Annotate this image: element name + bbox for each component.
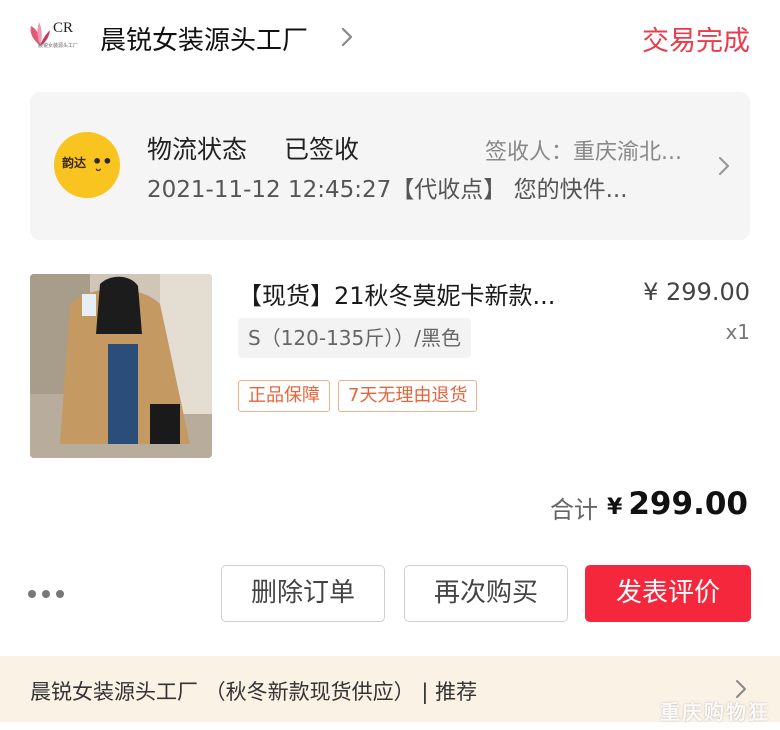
more-dots-icon[interactable] [28, 590, 68, 600]
product-quantity: x1 [725, 320, 750, 344]
delete-order-button[interactable]: 删除订单 [221, 565, 385, 622]
product-tags: 正品保障 7天无理由退货 [238, 380, 485, 412]
write-review-button[interactable]: 发表评价 [585, 565, 751, 622]
total-number: 299.00 [628, 486, 748, 522]
recommend-text: 晨锐女装源头工厂 （秋冬新款现货供应） | 推荐 [30, 680, 478, 704]
total-label: 合计 [550, 496, 598, 524]
shop-logo-subtext: 晨锐女装源头工厂 [38, 43, 79, 49]
courier-brand: 韵达 [62, 156, 87, 170]
logistics-card[interactable]: 韵达 •̮• 物流状态 已签收 签收人：重庆渝北... 2021-11-12 1… [30, 92, 750, 240]
logistics-receiver: 签收人：重庆渝北... [485, 140, 682, 165]
product-price: ¥ 299.00 [643, 278, 750, 306]
shop-logo[interactable]: CR 晨锐女装源头工厂 [28, 18, 82, 52]
product-title[interactable]: 【现货】21秋冬莫妮卡新款... [238, 276, 608, 311]
order-header: CR 晨锐女装源头工厂 晨锐女装源头工厂 交易完成 [0, 0, 780, 80]
total-amount: ¥299.00 [607, 486, 748, 522]
tag-authentic: 正品保障 [238, 380, 330, 412]
shop-logo-text: CR [53, 20, 74, 36]
product-sku: S（120-135斤））/黑色 [238, 318, 471, 358]
smile-icon: •̮• [92, 152, 113, 171]
chevron-right-icon[interactable] [716, 154, 732, 178]
total-currency: ¥ [607, 495, 623, 520]
rebuy-button[interactable]: 再次购买 [404, 565, 568, 622]
logistics-status-value: 已签收 [284, 135, 360, 164]
watermark: 重庆购物狂 [660, 700, 770, 724]
logistics-status-label: 物流状态 [147, 135, 248, 164]
shop-name[interactable]: 晨锐女装源头工厂 [100, 20, 308, 57]
order-status: 交易完成 [642, 26, 750, 57]
chevron-right-icon[interactable] [338, 24, 356, 50]
product-image[interactable] [30, 274, 212, 458]
tag-return-policy: 7天无理由退货 [338, 380, 478, 412]
product-photo [30, 274, 212, 458]
logistics-detail: 2021-11-12 12:45:27【代收点】 您的快件... [147, 177, 628, 203]
courier-logo: 韵达 •̮• [54, 132, 120, 198]
